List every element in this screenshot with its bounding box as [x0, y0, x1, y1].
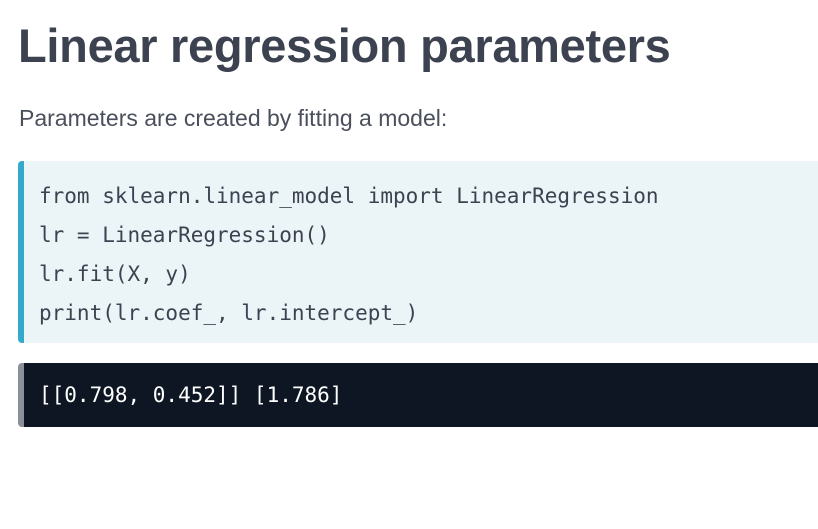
page-title: Linear regression parameters	[18, 19, 671, 72]
slide: Linear regression parameters Parameters …	[0, 0, 818, 529]
output-line: [[0.798, 0.452]] [1.786]	[39, 383, 343, 407]
code-line: print(lr.coef_, lr.intercept_)	[39, 301, 419, 325]
code-block: from sklearn.linear_model import LinearR…	[18, 161, 818, 343]
subtitle: Parameters are created by fitting a mode…	[19, 105, 448, 131]
code-line: lr = LinearRegression()	[39, 223, 330, 247]
output-block: [[0.798, 0.452]] [1.786]	[18, 363, 818, 427]
code-line: from sklearn.linear_model import LinearR…	[39, 184, 659, 208]
code-line: lr.fit(X, y)	[39, 262, 191, 286]
